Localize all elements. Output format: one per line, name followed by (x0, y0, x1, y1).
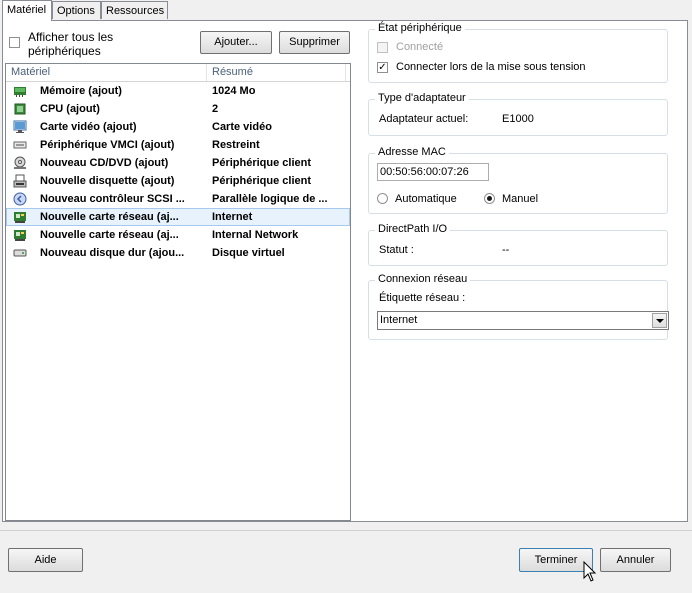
device-name: Nouveau contrôleur SCSI ... (40, 193, 185, 205)
vmci-device-icon (13, 138, 27, 152)
floppy-icon (13, 174, 27, 188)
device-summary: 2 (212, 103, 219, 115)
column-header-hardware[interactable]: Matériel (6, 64, 207, 81)
list-item[interactable]: Mémoire (ajout) 1024 Mo (6, 82, 350, 100)
hard-disk-icon (13, 246, 27, 260)
show-all-devices-checkbox[interactable] (9, 37, 20, 48)
mac-manual-radio[interactable] (484, 193, 495, 204)
list-header: Matériel Résumé (6, 64, 350, 82)
connect-at-power-on-checkbox[interactable]: ✓ (377, 62, 388, 73)
column-header-summary[interactable]: Résumé (207, 64, 346, 81)
mac-address-title: Adresse MAC (375, 146, 449, 158)
device-summary: Restreint (212, 139, 260, 151)
cancel-button-label: Annuler (616, 554, 655, 566)
device-name: Périphérique VMCI (ajout) (40, 139, 175, 151)
device-summary: Parallèle logique de ... (212, 193, 328, 205)
finish-button[interactable]: Terminer (519, 548, 593, 572)
remove-button[interactable]: Supprimer (279, 31, 350, 54)
list-item[interactable]: Nouveau contrôleur SCSI ... Parallèle lo… (6, 190, 350, 208)
device-name: CPU (ajout) (40, 103, 100, 115)
memory-icon (13, 84, 27, 98)
monitor-icon (13, 120, 27, 134)
directpath-title: DirectPath I/O (375, 223, 451, 235)
mac-manual-label: Manuel (502, 193, 539, 205)
tab-resources-label: Ressources (106, 5, 165, 17)
cpu-icon (13, 102, 27, 116)
cancel-button[interactable]: Annuler (600, 548, 671, 572)
chevron-down-icon[interactable] (652, 313, 667, 328)
adapter-type-group: Type d'adaptateur Adaptateur actuel: E10… (368, 92, 668, 136)
network-label-caption: Étiquette réseau : (379, 292, 466, 304)
show-all-devices-label: Afficher tous les périphériques (28, 30, 113, 58)
remove-button-label: Supprimer (289, 36, 340, 48)
tab-options-label: Options (57, 5, 95, 17)
directpath-status-label: Statut : (379, 244, 414, 256)
list-item[interactable]: Nouveau CD/DVD (ajout) Périphérique clie… (6, 154, 350, 172)
network-connection-group: Connexion réseau Étiquette réseau : Inte… (368, 273, 669, 340)
mac-address-input[interactable]: 00:50:56:00:07:26 (377, 163, 489, 181)
list-item[interactable]: Nouvelle carte réseau (aj... Internal Ne… (6, 226, 350, 244)
adapter-type-title: Type d'adaptateur (375, 92, 469, 104)
connected-label: Connecté (396, 41, 444, 53)
network-card-icon (13, 228, 27, 242)
mac-address-group: Adresse MAC 00:50:56:00:07:26 Automatiqu… (368, 146, 668, 214)
mac-automatic-label: Automatique (395, 193, 457, 205)
help-button[interactable]: Aide (8, 548, 83, 572)
list-item[interactable]: Périphérique VMCI (ajout) Restreint (6, 136, 350, 154)
network-connection-title: Connexion réseau (375, 273, 471, 285)
mac-automatic-radio[interactable] (377, 193, 388, 204)
network-card-icon (13, 210, 27, 224)
hardware-list[interactable]: Matériel Résumé Mémoire (ajout) 1024 Mo … (5, 63, 351, 521)
device-name: Nouvelle carte réseau (aj... (40, 211, 179, 223)
add-button[interactable]: Ajouter... (200, 31, 272, 54)
device-summary: Périphérique client (212, 157, 312, 169)
device-status-title: État périphérique (375, 22, 465, 34)
device-name: Nouveau disque dur (ajou... (40, 247, 185, 259)
show-all-label-line1: Afficher tous les (28, 30, 114, 44)
list-item[interactable]: Nouvelle disquette (ajout) Périphérique … (6, 172, 350, 190)
directpath-status-value: -- (502, 244, 510, 256)
network-label-selected-value: Internet (380, 314, 418, 326)
current-adapter-label: Adaptateur actuel: (379, 113, 469, 125)
footer-separator (0, 530, 692, 531)
tab-hardware[interactable]: Matériel (2, 0, 52, 21)
device-name: Carte vidéo (ajout) (40, 121, 137, 133)
add-button-label: Ajouter... (214, 36, 258, 48)
device-name: Nouveau CD/DVD (ajout) (40, 157, 169, 169)
device-name: Nouvelle disquette (ajout) (40, 175, 175, 187)
list-item-selected[interactable]: Nouvelle carte réseau (aj... Internet (6, 208, 350, 226)
scsi-controller-icon (13, 192, 27, 206)
list-item[interactable]: Carte vidéo (ajout) Carte vidéo (6, 118, 350, 136)
mouse-cursor-icon (583, 561, 597, 582)
connected-checkbox[interactable] (377, 42, 388, 53)
device-name: Mémoire (ajout) (40, 85, 122, 97)
device-name: Nouvelle carte réseau (aj... (40, 229, 179, 241)
list-item[interactable]: Nouveau disque dur (ajou... Disque virtu… (6, 244, 350, 262)
current-adapter-value: E1000 (502, 113, 534, 125)
directpath-group: DirectPath I/O Statut : -- (368, 223, 668, 266)
cd-dvd-icon (13, 156, 27, 170)
device-summary: Internet (212, 211, 253, 223)
tab-resources[interactable]: Ressources (101, 1, 168, 19)
device-status-group: État périphérique Connecté ✓ Connecter l… (368, 22, 668, 83)
tab-hardware-label: Matériel (7, 4, 47, 16)
device-summary: Internal Network (212, 229, 299, 241)
help-button-label: Aide (34, 554, 57, 566)
device-summary: Disque virtuel (212, 247, 285, 259)
tab-options[interactable]: Options (52, 1, 101, 19)
network-label-select[interactable]: Internet (377, 311, 669, 330)
list-item[interactable]: CPU (ajout) 2 (6, 100, 350, 118)
show-all-label-line2: périphériques (28, 44, 101, 58)
finish-button-label: Terminer (534, 554, 578, 566)
connect-at-power-on-label: Connecter lors de la mise sous tension (396, 61, 586, 73)
device-summary: 1024 Mo (212, 85, 256, 97)
device-summary: Périphérique client (212, 175, 312, 187)
device-summary: Carte vidéo (212, 121, 272, 133)
